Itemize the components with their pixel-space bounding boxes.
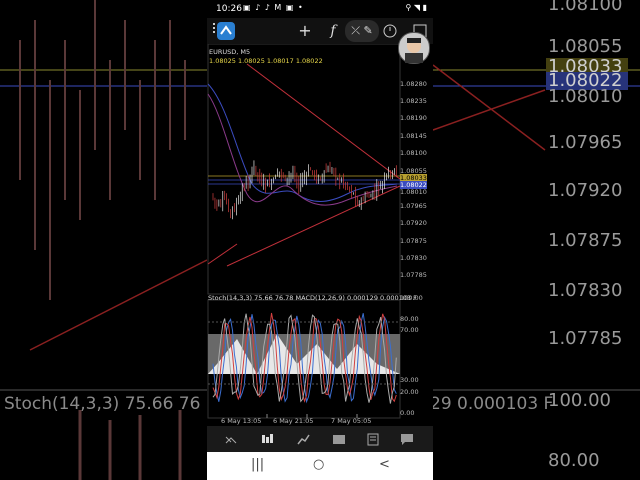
phone-screen: 10:26 ▣ ♪ ♪ M ▣ • ⚲ ◥ ▮ + f ⤫ ✎ EURUSD, …: [207, 0, 433, 480]
tab-chart-icon[interactable]: [257, 430, 277, 448]
price-label-9: 1.08010: [400, 188, 427, 196]
tab-history-icon[interactable]: [329, 430, 349, 448]
time-label-3: 7 May 05:05: [331, 417, 372, 425]
price-label-3: 1.08190: [400, 114, 427, 122]
crosshair-button[interactable]: +: [295, 20, 315, 42]
stoch-level-70: 70.00: [400, 326, 419, 334]
price-label-2: 1.08235: [400, 97, 427, 105]
bg-price-6: 1.07965: [548, 132, 623, 153]
stoch-level-80: 80.00: [400, 315, 419, 323]
price-label-5: 1.08100: [400, 149, 427, 157]
bg-level-100: 100.00: [548, 390, 611, 411]
indicator-label: Stoch(14,3,3) 75.66 76.78 MACD(12,26,9) …: [208, 294, 417, 302]
status-time: 10:26: [216, 4, 242, 14]
back-button[interactable]: <: [379, 457, 390, 472]
bg-price-9: 1.07830: [548, 280, 623, 301]
clock-icon[interactable]: [383, 20, 397, 42]
indicators-button[interactable]: f: [325, 20, 341, 42]
price-candles: [212, 160, 397, 220]
objects-button[interactable]: ⤫ ✎: [345, 20, 379, 42]
price-label-1: 1.08280: [400, 80, 427, 88]
bg-price-2: 1.08055: [548, 36, 623, 57]
stoch-level-0: 0.00: [400, 409, 415, 417]
status-bar: 10:26 ▣ ♪ ♪ M ▣ • ⚲ ◥ ▮: [207, 0, 433, 18]
bg-stoch-label-right: 29 0.000103 F: [430, 394, 554, 414]
stoch-level-30: 30.00: [400, 376, 419, 384]
tab-trade-icon[interactable]: [293, 430, 313, 448]
bg-level-80: 80.00: [548, 450, 600, 471]
system-icons: ⚲ ◥ ▮: [405, 3, 428, 12]
bg-price-7: 1.07920: [548, 180, 623, 201]
home-button[interactable]: ○: [313, 457, 324, 472]
bg-price-10: 1.07785: [548, 328, 623, 349]
tab-quotes-icon[interactable]: [221, 430, 241, 448]
recents-button[interactable]: |||: [251, 457, 264, 472]
bg-price-5: 1.08010: [548, 86, 623, 107]
bg-price-1: 1.08100: [548, 0, 623, 15]
streamer-avatar: [398, 32, 430, 64]
notification-icons: ▣ ♪ ♪ M ▣ •: [243, 3, 304, 12]
time-label-2: 6 May 21:05: [273, 417, 314, 425]
chart-ohlc: 1.08025 1.08025 1.08017 1.08022: [209, 57, 323, 65]
tab-messages-icon[interactable]: [397, 430, 417, 448]
price-label-12: 1.07875: [400, 237, 427, 245]
tab-news-icon[interactable]: [363, 430, 383, 448]
bg-price-8: 1.07875: [548, 230, 623, 251]
bg-stoch-label: Stoch(14,3,3) 75.66 76: [4, 394, 201, 414]
metatrader-logo-icon[interactable]: [217, 20, 235, 42]
price-label-14: 1.07785: [400, 271, 427, 279]
price-label-13: 1.07830: [400, 254, 427, 262]
chart-symbol: EURUSD, M5: [209, 48, 251, 56]
stoch-level-20: 20.00: [400, 388, 419, 396]
price-label-11: 1.07920: [400, 219, 427, 227]
price-label-4: 1.08145: [400, 132, 427, 140]
stoch-level-100: 100.00: [400, 294, 423, 302]
bottom-tab-bar: [207, 426, 433, 452]
time-label-1: 6 May 13:05: [221, 417, 262, 425]
android-nav-bar: ||| ○ <: [207, 452, 433, 480]
price-label-10: 1.07965: [400, 202, 427, 210]
